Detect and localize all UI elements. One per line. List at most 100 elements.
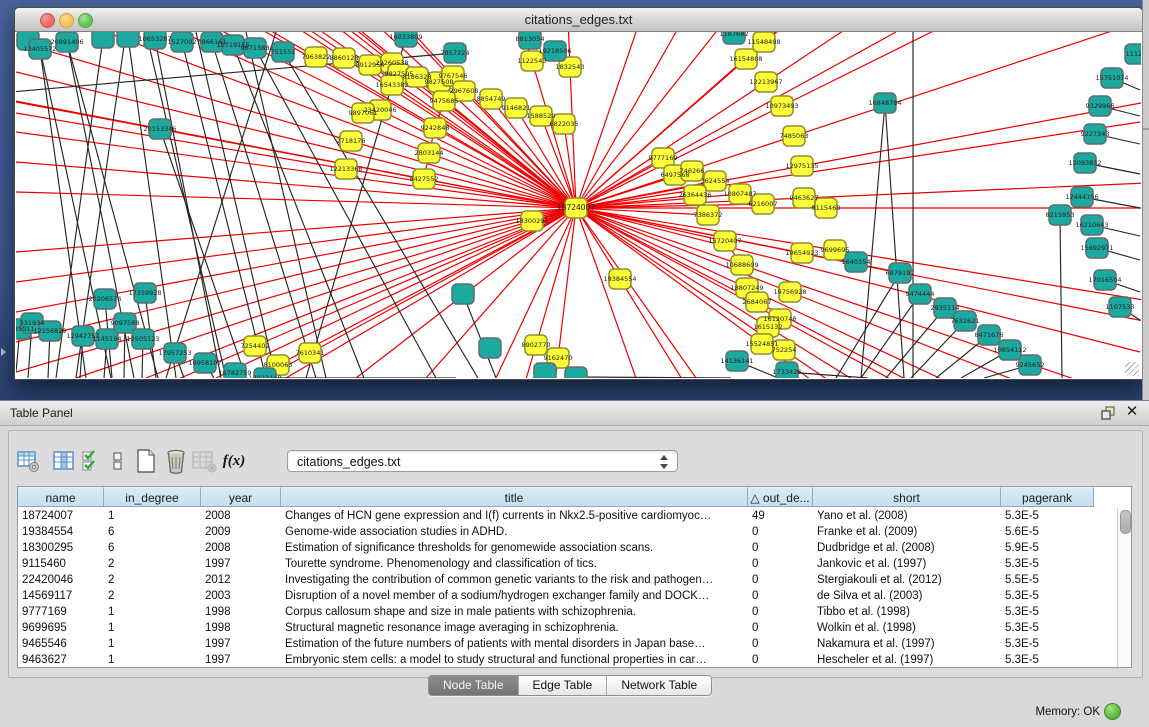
column-header-in_degree[interactable]: in_degree [104, 487, 201, 507]
new-document-icon[interactable] [132, 447, 160, 475]
graph-node-label: 331934 [20, 319, 45, 327]
table-selector-dropdown[interactable]: citations_edges.txt [287, 450, 678, 472]
table-row[interactable]: 1456911722003Disruption of a novel membe… [18, 588, 1118, 604]
splitter-collapse-arrow[interactable] [1, 348, 6, 356]
table-cell: 5.3E-5 [1001, 604, 1094, 620]
column-header-name[interactable]: name [18, 487, 104, 507]
table-scrollbar[interactable] [1117, 508, 1131, 667]
graph-node-label: 1187682 [720, 32, 749, 38]
table-cell: 22420046 [18, 572, 104, 588]
window-title: citations_edges.txt [15, 12, 1142, 27]
table-cell: 0 [748, 652, 813, 667]
graph-node-label: 15692971 [1080, 244, 1113, 252]
graph-node-label: 10807487 [723, 190, 756, 198]
memory-status-indicator[interactable] [1104, 703, 1121, 720]
network-window[interactable]: citations_edges.txt 18724007796382288601… [14, 7, 1143, 380]
table-cell: 2 [104, 588, 201, 604]
column-header-year[interactable]: year [201, 487, 281, 507]
table-cell: Disruption of a novel member of a sodium… [281, 588, 748, 604]
graph-node-label: 16033809 [389, 33, 422, 41]
table-panel: Table Panel ✕ [0, 400, 1149, 727]
network-canvas[interactable]: 1872400779638228860128891295422260538982… [16, 32, 1141, 378]
graph-node[interactable] [92, 32, 114, 48]
graph-node-label: 746266 [680, 167, 705, 175]
graph-node-label: 6216007 [749, 200, 778, 208]
column-header-short[interactable]: short [813, 487, 1001, 507]
graph-node-label: 1107533 [1106, 303, 1135, 311]
graph-node-label: 22260538 [375, 59, 408, 67]
table-cell: 0 [748, 556, 813, 572]
table-cell: 5.3E-5 [1001, 636, 1094, 652]
select-column-icon[interactable] [50, 447, 78, 475]
table-cell: Nakamura et al. (1997) [813, 636, 1001, 652]
table-cell: Corpus callosum shape and size in male p… [281, 604, 748, 620]
graph-node-label: 1615132 [754, 323, 783, 331]
table-cell: 0 [748, 636, 813, 652]
table-row[interactable]: 946362711997Embryonic stem cells: a mode… [18, 652, 1118, 667]
graph-node-label: 18300295 [515, 217, 548, 225]
graph-node-label: 9227343 [1081, 130, 1110, 138]
graph-node[interactable] [452, 284, 474, 304]
table-row[interactable]: 1830029562008Estimation of significance … [18, 540, 1118, 556]
select-rows-checks-icon[interactable] [78, 447, 106, 475]
table-cell: 2003 [201, 588, 281, 604]
graph-node-label: 9777169 [649, 154, 678, 162]
float-panel-icon[interactable] [1100, 405, 1116, 421]
window-titlebar[interactable]: citations_edges.txt [15, 8, 1142, 32]
graph-node-label: 16958107 [188, 359, 221, 367]
graph-node-label: 10688609 [725, 261, 758, 269]
graph-node-label: 16210643 [1075, 221, 1108, 229]
column-header-title[interactable]: title [281, 487, 748, 507]
table-row[interactable]: 969969511998Structural magnetic resonanc… [18, 620, 1118, 636]
graph-node-label: 20153346 [143, 125, 176, 133]
table-cell: 9465546 [18, 636, 104, 652]
graph-node-label: 1832543 [556, 63, 585, 71]
table-row[interactable]: 911546021997Tourette syndrome. Phenomeno… [18, 556, 1118, 572]
graph-node-label: 15720407 [708, 237, 741, 245]
graph-node-label: 3624554 [701, 177, 730, 185]
graph-node[interactable] [534, 363, 556, 378]
scrollbar-thumb[interactable] [1120, 510, 1131, 534]
node-table[interactable]: namein_degreeyeartitle△ out_de...shortpa… [17, 486, 1132, 668]
graph-node[interactable] [565, 367, 587, 378]
tab-node-table[interactable]: Node Table [429, 676, 519, 695]
table-row[interactable]: 1872400712008Changes of HCN gene express… [18, 508, 1118, 524]
resize-grip[interactable] [1125, 362, 1139, 376]
table-cell: Stergiakouli et al. (2012) [813, 572, 1001, 588]
table-cell: Jankovic et al. (1997) [813, 556, 1001, 572]
graph-node[interactable] [479, 338, 501, 358]
graph-node-label: 8100063 [264, 361, 293, 369]
table-panel-header[interactable]: Table Panel ✕ [0, 400, 1149, 426]
table-cell: 18300295 [18, 540, 104, 556]
table-settings-icon[interactable] [14, 447, 42, 475]
table-cell: 9699695 [18, 620, 104, 636]
tab-network-table[interactable]: Network Table [607, 676, 711, 695]
tab-edge-table[interactable]: Edge Table [519, 676, 608, 695]
table-row[interactable]: 1938455462009Genome-wide association stu… [18, 524, 1118, 540]
row-height-icon[interactable] [104, 447, 132, 475]
table-row[interactable]: 977716911998Corpus callosum shape and si… [18, 604, 1118, 620]
column-header-out_de[interactable]: △ out_de... [748, 487, 813, 507]
close-panel-icon[interactable]: ✕ [1124, 403, 1140, 421]
delete-trash-icon[interactable] [162, 447, 190, 475]
graph-node-label: 9463627 [790, 194, 819, 202]
graph-node-label: 8427552 [410, 175, 439, 183]
import-table-icon-disabled [190, 447, 218, 475]
graph-node-label: 8215953 [1046, 211, 1075, 219]
graph-node-label: 12156829 [33, 327, 66, 335]
table-body[interactable]: 1872400712008Changes of HCN gene express… [18, 508, 1118, 667]
table-toolbar: f(x) citations_edges.txt [0, 445, 1149, 477]
column-header-pagerank[interactable]: pagerank [1001, 487, 1094, 507]
graph-node-label: 7254402 [241, 342, 270, 350]
table-row[interactable]: 946554611997Estimation of the future num… [18, 636, 1118, 652]
graph-node[interactable] [117, 32, 139, 47]
graph-node-label: 9097588 [111, 319, 140, 327]
graph-node-label: 7485063 [780, 132, 809, 140]
graph-node-label: 9146821 [502, 104, 531, 112]
function-builder-icon[interactable]: f(x) [220, 447, 248, 475]
table-row[interactable]: 2242004622012Investigating the contribut… [18, 572, 1118, 588]
table-cell: 2 [104, 556, 201, 572]
graph-node-label: 1122543 [518, 57, 547, 65]
graph-node-label: 11548498 [747, 38, 780, 46]
table-cell: 5.3E-5 [1001, 556, 1094, 572]
